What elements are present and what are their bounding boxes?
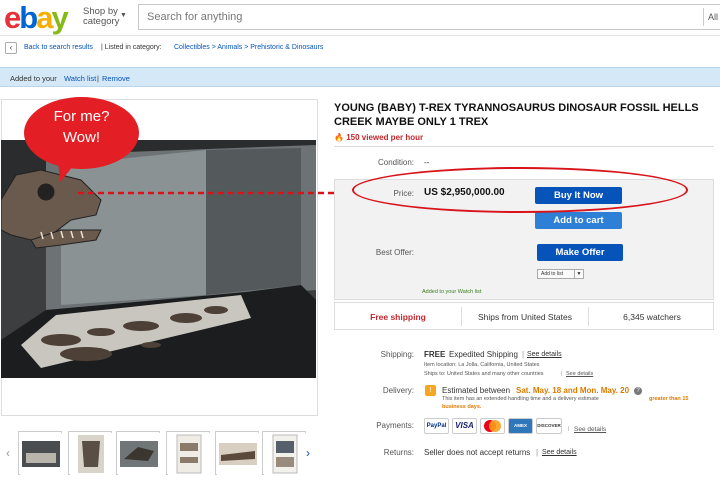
title-divider xyxy=(334,146,714,147)
back-arrow-icon[interactable]: ‹ xyxy=(5,42,17,54)
back-to-search-link[interactable]: Back to search results xyxy=(24,44,93,51)
logo-letter-e: e xyxy=(4,0,21,35)
delivery-dates: Sat. May. 18 and Mon. May. 20 xyxy=(516,386,630,395)
ships-from-text: Ships from United States xyxy=(477,312,572,322)
search-placeholder: Search for anything xyxy=(147,11,243,23)
shipping-label: Shipping: xyxy=(380,350,414,359)
visa-icon: VISA xyxy=(452,418,477,434)
chevron-down-icon[interactable]: ▼ xyxy=(574,270,583,278)
mastercard-icon xyxy=(480,418,505,434)
views-indicator: 🔥 150 viewed per hour xyxy=(334,133,423,142)
paypal-icon: PayPal xyxy=(424,418,449,434)
thumbnail-2[interactable] xyxy=(68,431,112,475)
payments-label: Payments: xyxy=(376,421,414,430)
shipping-method: Expedited Shipping xyxy=(449,350,518,359)
watch-list-link[interactable]: Watch list xyxy=(64,74,96,83)
add-to-list-dropdown[interactable]: Add to list ▼ xyxy=(537,269,584,279)
returns-label: Returns: xyxy=(383,448,414,457)
thumbnail-strip: ‹ › xyxy=(0,428,320,480)
free-shipping-text: Free shipping xyxy=(370,312,426,322)
thumbnail-5[interactable] xyxy=(215,431,259,475)
best-offer-label: Best Offer: xyxy=(375,248,414,257)
page: ebay Shop by category ▼ Search for anyth… xyxy=(0,0,720,483)
search-category-select[interactable]: All xyxy=(708,12,718,22)
price-highlight-ellipse xyxy=(352,167,688,213)
speech-bubble-text: For me? Wow! xyxy=(24,106,139,148)
views-text: 150 viewed per hour xyxy=(346,133,424,142)
returns-value: Seller does not accept returns xyxy=(424,448,531,457)
shop-by-line2: category xyxy=(83,16,120,27)
chevron-down-icon[interactable]: ▼ xyxy=(120,12,127,19)
delivery-label: Delivery: xyxy=(382,386,414,395)
banner-added-text: Added to your xyxy=(10,74,57,83)
bubble-line2: Wow! xyxy=(62,129,101,146)
handling-days-2: business days. xyxy=(442,404,482,410)
shipping-see-details-link[interactable]: See details xyxy=(527,351,562,358)
ships-to-see-details-link[interactable]: See details xyxy=(566,371,593,377)
watch-list-note: Added to your Watch list xyxy=(422,289,482,295)
search-divider xyxy=(703,8,704,26)
discover-icon: DISCOVER xyxy=(536,418,562,434)
amex-icon: AMEX xyxy=(508,418,533,434)
ships-to: Ships to: United States and many other c… xyxy=(424,371,544,377)
ebay-logo[interactable]: ebay xyxy=(4,0,69,35)
chevron-right-icon[interactable]: › xyxy=(306,446,310,460)
delivery-estimate: Estimated between xyxy=(442,386,511,395)
payments-separator: | xyxy=(568,426,570,432)
add-to-cart-button[interactable]: Add to cart xyxy=(535,212,622,229)
condition-label: Condition: xyxy=(377,158,414,167)
banner-separator: | xyxy=(97,74,99,83)
listed-in-label: | Listed in category: xyxy=(101,44,162,51)
category-path-link[interactable]: Collectibles > Animals > Prehistoric & D… xyxy=(174,44,323,51)
chevron-left-icon[interactable]: ‹ xyxy=(6,446,10,460)
remove-link[interactable]: Remove xyxy=(102,74,130,83)
item-location: Item location: La Jolla, California, Uni… xyxy=(424,362,540,368)
bubble-line1: For me? xyxy=(53,108,110,125)
ships-to-separator: | xyxy=(561,371,563,377)
header: ebay Shop by category ▼ Search for anyth… xyxy=(0,0,720,36)
breadcrumb: ‹ Back to search results | Listed in cat… xyxy=(0,38,720,56)
make-offer-button[interactable]: Make Offer xyxy=(537,244,623,261)
thumbnail-4[interactable] xyxy=(166,431,210,475)
shipping-separator: | xyxy=(522,350,525,359)
search-input[interactable]: Search for anything All xyxy=(138,4,720,30)
watch-list-banner: Added to your Watch list | Remove xyxy=(0,67,720,87)
logo-letter-y: y xyxy=(51,0,68,35)
alert-icon: ! xyxy=(425,385,436,396)
watchers-count: 6,345 watchers xyxy=(623,312,681,322)
flame-icon: 🔥 xyxy=(334,133,344,142)
thumbnail-6[interactable] xyxy=(262,431,306,475)
condition-value: -- xyxy=(424,158,430,167)
handling-note: This item has an extended handling time … xyxy=(442,396,599,402)
handling-days-1: greater than 15 xyxy=(649,396,689,402)
dinosaur-fossil-photo[interactable] xyxy=(1,140,316,378)
thumbnail-3[interactable] xyxy=(116,431,160,475)
add-to-list-label: Add to list xyxy=(541,271,563,277)
shipping-summary-row: Free shipping Ships from United States 6… xyxy=(334,302,714,330)
logo-letter-a: a xyxy=(36,0,53,35)
returns-separator: | xyxy=(536,448,539,457)
shop-by-category-button[interactable]: Shop by category xyxy=(83,7,119,27)
thumbnail-1[interactable] xyxy=(18,431,62,475)
logo-letter-b: b xyxy=(19,0,38,35)
help-icon[interactable]: ? xyxy=(634,387,642,395)
returns-see-details-link[interactable]: See details xyxy=(542,449,577,456)
payments-see-details-link[interactable]: See details xyxy=(574,426,606,433)
dashed-arrow xyxy=(78,187,360,199)
shipping-free: FREE xyxy=(424,350,446,359)
listing-title: YOUNG (BABY) T-REX TYRANNOSAURUS DINOSAU… xyxy=(334,102,699,128)
